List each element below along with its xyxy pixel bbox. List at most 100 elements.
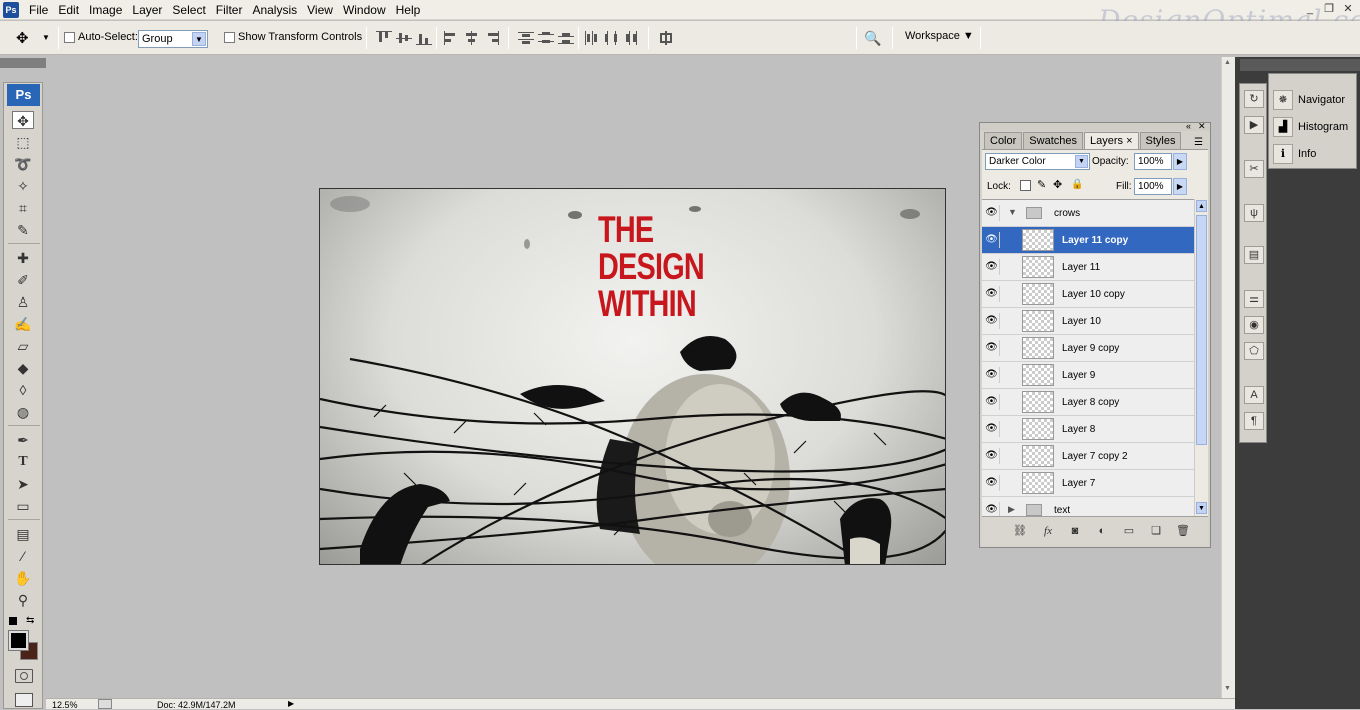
visibility-eye-icon[interactable]: 👁 — [984, 448, 1000, 464]
status-preview-icon[interactable] — [98, 699, 112, 709]
crop-tool-icon[interactable]: ⌗ — [14, 199, 32, 217]
tab-styles[interactable]: Styles — [1139, 132, 1182, 149]
type-tool-icon[interactable]: T — [14, 453, 32, 471]
align-top-icon[interactable] — [376, 31, 392, 45]
menu-analysis[interactable]: Analysis — [247, 3, 302, 17]
layer-thumbnail[interactable] — [1022, 337, 1054, 359]
paint-bucket-tool-icon[interactable]: ◆ — [14, 359, 32, 377]
workspace-menu-button[interactable]: Workspace ▼ — [905, 30, 974, 42]
layer-thumbnail[interactable] — [1022, 283, 1054, 305]
visibility-eye-icon[interactable]: 👁 — [984, 394, 1000, 410]
tab-swatches[interactable]: Swatches — [1023, 132, 1083, 149]
visibility-eye-icon[interactable]: 👁 — [984, 340, 1000, 356]
distribute-right-icon[interactable] — [624, 31, 640, 45]
info-panel-button[interactable]: ℹ Info — [1271, 142, 1355, 166]
histogram-panel-button[interactable]: ▟ Histogram — [1271, 115, 1355, 139]
layer-row[interactable]: 👁 Layer 9 — [982, 362, 1194, 389]
fill-input[interactable]: 100% — [1134, 178, 1172, 195]
opacity-input[interactable]: 100% — [1134, 153, 1172, 170]
clone-stamp-tool-icon[interactable]: ♙ — [14, 293, 32, 311]
pen-tool-icon[interactable]: ✒ — [14, 431, 32, 449]
status-menu-arrow-icon[interactable]: ▶ — [288, 699, 294, 708]
distribute-top-icon[interactable] — [518, 31, 534, 45]
distribute-horizontal-center-icon[interactable] — [604, 31, 620, 45]
layer-thumbnail[interactable] — [1022, 445, 1054, 467]
align-vertical-center-icon[interactable] — [396, 31, 412, 45]
blur-tool-icon[interactable]: ◊ — [14, 381, 32, 399]
fill-slider-arrow-icon[interactable]: ▶ — [1173, 178, 1187, 195]
paths-panel-icon[interactable]: ⬠ — [1244, 342, 1264, 360]
new-layer-icon[interactable]: ❏ — [1148, 525, 1164, 538]
show-transform-checkbox[interactable] — [224, 32, 235, 43]
align-horizontal-center-icon[interactable] — [464, 31, 480, 45]
minimize-button[interactable]: _ — [1302, 2, 1318, 17]
visibility-eye-icon[interactable]: 👁 — [984, 475, 1000, 491]
default-colors-icon[interactable] — [9, 617, 17, 625]
marquee-tool-icon[interactable]: ⬚ — [14, 133, 32, 151]
menu-help[interactable]: Help — [391, 3, 426, 17]
delete-layer-icon[interactable]: 🗑 — [1175, 525, 1191, 538]
auto-select-checkbox[interactable] — [64, 32, 75, 43]
eraser-tool-icon[interactable]: ▱ — [14, 337, 32, 355]
channels-panel-icon[interactable]: ◉ — [1244, 316, 1264, 334]
distribute-left-icon[interactable] — [584, 31, 600, 45]
document-image[interactable]: THE DESIGN WITHIN — [319, 188, 946, 565]
menu-filter[interactable]: Filter — [211, 3, 248, 17]
toolbox-header[interactable] — [0, 58, 46, 68]
adjustment-layer-icon[interactable]: ◐ — [1094, 525, 1110, 538]
layer-thumbnail[interactable] — [1022, 418, 1054, 440]
layer-group-row[interactable]: 👁 ▶ text — [982, 497, 1194, 516]
move-tool-icon[interactable]: ✥ — [12, 111, 34, 129]
align-bottom-icon[interactable] — [416, 31, 432, 45]
menu-edit[interactable]: Edit — [53, 3, 84, 17]
hand-tool-icon[interactable]: ✋ — [14, 569, 32, 587]
history-brush-tool-icon[interactable]: ✍ — [14, 315, 32, 333]
menu-image[interactable]: Image — [84, 3, 127, 17]
visibility-eye-icon[interactable]: 👁 — [984, 367, 1000, 383]
actions-panel-icon[interactable]: ▶ — [1244, 116, 1264, 134]
move-tool-preset-icon[interactable]: ✥ — [16, 29, 29, 47]
layers-panel-titlebar[interactable]: « ✕ — [980, 121, 1210, 131]
expand-triangle-closed-icon[interactable]: ▶ — [1008, 504, 1015, 515]
layer-row[interactable]: 👁 Layer 11 — [982, 254, 1194, 281]
layer-row[interactable]: 👁 Layer 7 copy 2 — [982, 443, 1194, 470]
clone-source-panel-icon[interactable]: ⚌ — [1244, 290, 1264, 308]
lasso-tool-icon[interactable]: ➰ — [14, 155, 32, 173]
visibility-eye-icon[interactable]: 👁 — [984, 232, 1000, 248]
visibility-eye-icon[interactable]: 👁 — [984, 313, 1000, 329]
layer-thumbnail[interactable] — [1022, 256, 1054, 278]
layer-row[interactable]: 👁 Layer 10 copy — [982, 281, 1194, 308]
navigator-panel-button[interactable]: ✵ Navigator — [1271, 88, 1355, 112]
collapse-icon[interactable]: « — [1186, 121, 1191, 131]
brush-tool-icon[interactable]: ✐ — [14, 271, 32, 289]
brushes-panel-icon[interactable]: ψ — [1244, 204, 1264, 222]
canvas-vertical-scrollbar[interactable]: ▲ ▼ — [1221, 57, 1235, 698]
layer-comps-panel-icon[interactable]: ▤ — [1244, 246, 1264, 264]
align-right-icon[interactable] — [484, 31, 500, 45]
menu-select[interactable]: Select — [167, 3, 210, 17]
magic-wand-tool-icon[interactable]: ✧ — [14, 177, 32, 195]
distribute-bottom-icon[interactable] — [558, 31, 574, 45]
layer-list-scrollbar[interactable]: ▲ ▼ — [1194, 199, 1208, 516]
path-selection-tool-icon[interactable]: ➤ — [14, 475, 32, 493]
new-group-icon[interactable]: ▭ — [1121, 525, 1137, 538]
zoom-tool-icon[interactable]: ⚲ — [14, 591, 32, 609]
layer-thumbnail[interactable] — [1022, 472, 1054, 494]
visibility-eye-icon[interactable]: 👁 — [984, 502, 1000, 516]
visibility-eye-icon[interactable]: 👁 — [984, 286, 1000, 302]
menu-view[interactable]: View — [302, 3, 338, 17]
menu-window[interactable]: Window — [338, 3, 391, 17]
lock-position-icon[interactable]: ✥ — [1053, 178, 1062, 191]
link-layers-icon[interactable]: ⛓ — [1012, 525, 1028, 538]
quick-mask-icon[interactable] — [15, 669, 33, 683]
layer-row[interactable]: 👁 Layer 10 — [982, 308, 1194, 335]
visibility-eye-icon[interactable]: 👁 — [984, 259, 1000, 275]
character-panel-icon[interactable]: A — [1244, 386, 1264, 404]
layer-group-row[interactable]: 👁 ▼ crows — [982, 200, 1194, 227]
layer-thumbnail[interactable] — [1022, 229, 1054, 251]
restore-button[interactable]: ❐ — [1321, 2, 1337, 17]
opacity-slider-arrow-icon[interactable]: ▶ — [1173, 153, 1187, 170]
layer-thumbnail[interactable] — [1022, 310, 1054, 332]
lock-all-icon[interactable]: 🔒 — [1071, 179, 1083, 190]
blend-mode-select[interactable]: Darker Color ▼ — [985, 153, 1090, 170]
